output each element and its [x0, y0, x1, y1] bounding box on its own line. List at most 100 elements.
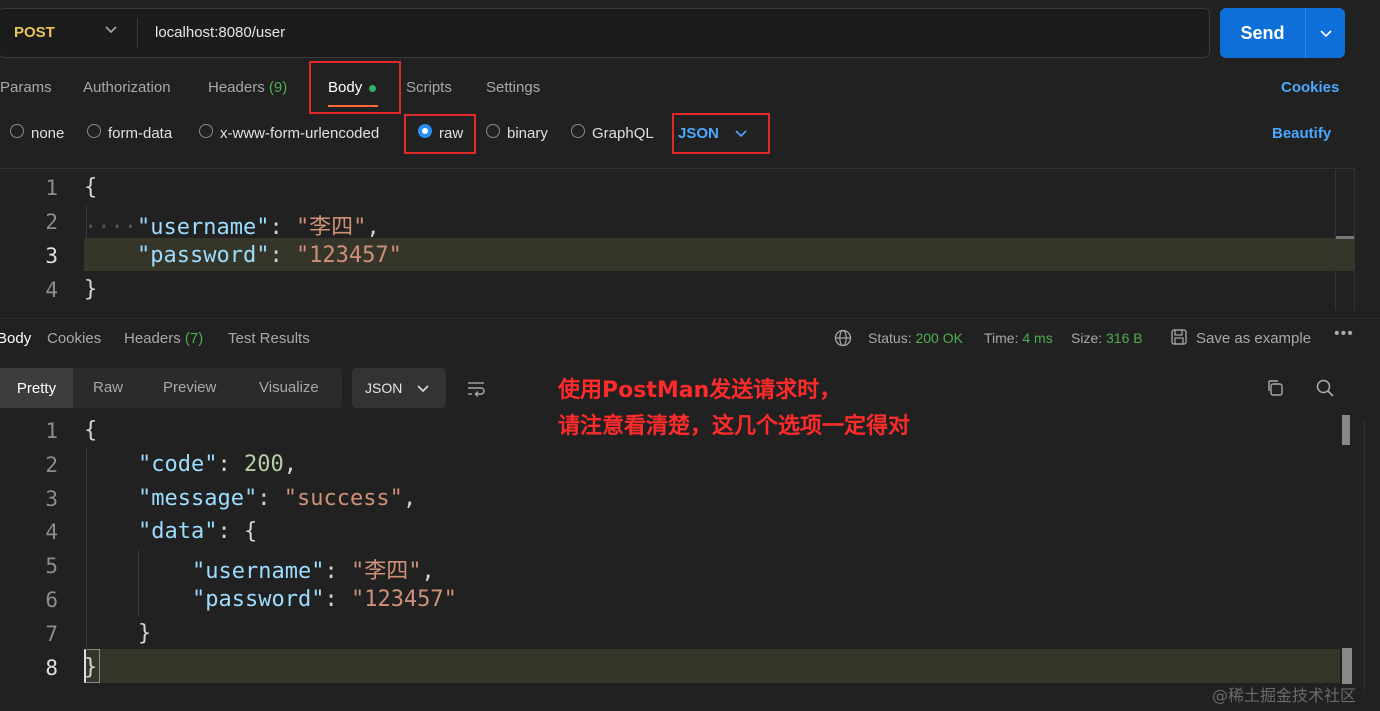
cookies-link[interactable]: Cookies — [1281, 79, 1339, 96]
pane-divider[interactable] — [0, 318, 1380, 319]
editor-scrollbar[interactable] — [1342, 415, 1350, 445]
beautify-button[interactable]: Beautify — [1272, 125, 1331, 142]
line-number: 1 — [45, 176, 58, 200]
code-line: "password": "123457" — [136, 243, 402, 268]
url-divider — [137, 18, 138, 48]
annotation-text: 请注意看清楚，这几个选项一定得对 — [558, 414, 911, 439]
code-line: } — [84, 655, 98, 680]
send-options-button[interactable] — [1305, 8, 1345, 58]
json-value: "123457" — [350, 587, 457, 612]
json-key: "message" — [138, 486, 258, 511]
response-tab-test-results[interactable]: Test Results — [228, 330, 310, 347]
json-key: "code" — [138, 452, 218, 477]
tab-headers[interactable]: Headers (9) — [208, 79, 287, 96]
time-label: Time: — [984, 330, 1019, 346]
code-line: "message": "success", — [138, 486, 417, 511]
status-readout: Status: 200 OK — [868, 330, 963, 346]
line-number: 5 — [45, 554, 58, 578]
send-button[interactable]: Send — [1220, 8, 1305, 58]
view-raw[interactable]: Raw — [93, 379, 123, 396]
code-line: } — [138, 621, 152, 646]
radio-urlencoded-label: x-www-form-urlencoded — [220, 125, 380, 142]
url-input[interactable]: localhost:8080/user — [155, 24, 285, 41]
size-label: Size: — [1071, 330, 1103, 346]
radio-binary[interactable] — [486, 124, 500, 138]
save-icon[interactable] — [1170, 328, 1188, 346]
tab-authorization[interactable]: Authorization — [83, 79, 171, 96]
radio-binary-label: binary — [507, 125, 548, 142]
radio-form-data[interactable] — [87, 124, 101, 138]
radio-form-data-label: form-data — [108, 125, 173, 142]
line-number: 2 — [45, 453, 58, 477]
editor-scrollbar[interactable] — [1336, 236, 1354, 239]
highlight-box-raw — [404, 114, 476, 154]
line-number: 1 — [45, 419, 58, 443]
chevron-down-icon — [1319, 30, 1332, 38]
radio-none-label: none — [31, 125, 65, 142]
code-line: "code": 200, — [138, 452, 297, 477]
radio-urlencoded[interactable] — [199, 124, 213, 138]
chevron-down-icon — [417, 385, 429, 393]
annotation-text: 使用PostMan发送请求时， — [558, 378, 842, 403]
more-options-button[interactable]: ••• — [1334, 325, 1354, 343]
code-line: { — [84, 418, 98, 443]
radio-graphql[interactable] — [571, 124, 585, 138]
view-visualize[interactable]: Visualize — [259, 379, 319, 396]
code-line: "password": "123457" — [192, 587, 457, 612]
json-value: 200 — [243, 452, 284, 477]
line-number: 4 — [45, 278, 58, 302]
editor-scroll-track — [1335, 170, 1336, 310]
indent-guide — [138, 550, 139, 616]
status-label: Status: — [868, 330, 912, 346]
code-line: "data": { — [138, 519, 258, 544]
indent-guide — [86, 447, 87, 651]
code-line: } — [84, 277, 98, 302]
time-readout: Time: 4 ms — [984, 330, 1053, 346]
line-number: 4 — [45, 520, 58, 544]
json-key: "password" — [136, 243, 270, 268]
watermark: @稀土掘金技术社区 — [1212, 686, 1357, 705]
radio-none[interactable] — [10, 124, 24, 138]
response-tab-cookies[interactable]: Cookies — [47, 330, 101, 347]
line-number: 3 — [45, 244, 58, 268]
editor-scroll-track — [1364, 420, 1365, 690]
wrap-lines-icon[interactable] — [466, 378, 486, 398]
json-key: "username" — [192, 559, 325, 584]
active-line-highlight — [84, 649, 1340, 683]
json-key: "data" — [138, 519, 218, 544]
code-line: "username": "李四", — [192, 559, 435, 584]
copy-icon[interactable] — [1265, 378, 1285, 398]
tab-scripts[interactable]: Scripts — [406, 79, 452, 96]
method-select[interactable]: POST — [14, 24, 55, 41]
time-value: 4 ms — [1022, 330, 1053, 346]
highlight-box-json — [672, 113, 770, 154]
globe-icon[interactable] — [834, 329, 852, 347]
response-tab-headers[interactable]: Headers (7) — [124, 330, 203, 347]
highlight-box-body — [309, 61, 401, 114]
headers-count-badge: (9) — [268, 79, 288, 96]
status-value: 200 OK — [915, 330, 963, 346]
search-icon[interactable] — [1315, 378, 1335, 398]
line-number: 3 — [45, 487, 58, 511]
tab-headers-label: Headers — [208, 79, 265, 96]
json-value: "success" — [283, 486, 403, 511]
editor-scrollbar[interactable] — [1342, 648, 1352, 684]
line-number: 6 — [45, 588, 58, 612]
size-value: 316 B — [1106, 330, 1143, 346]
tab-params[interactable]: Params — [0, 79, 52, 96]
line-number: 7 — [45, 622, 58, 646]
response-tab-headers-label: Headers — [124, 330, 181, 347]
save-as-example-button[interactable]: Save as example — [1196, 330, 1311, 347]
json-value: "李四" — [350, 559, 422, 584]
response-tab-body[interactable]: Body — [0, 330, 31, 347]
tab-settings[interactable]: Settings — [486, 79, 540, 96]
json-key: "username" — [136, 215, 270, 240]
chevron-down-icon[interactable] — [104, 22, 118, 36]
headers-count-badge: (7) — [184, 330, 204, 347]
json-value: "李四" — [295, 215, 367, 240]
view-pretty[interactable]: Pretty — [0, 368, 73, 408]
radio-graphql-label: GraphQL — [592, 125, 654, 142]
view-preview[interactable]: Preview — [163, 379, 216, 396]
size-readout: Size: 316 B — [1071, 330, 1143, 346]
line-number: 2 — [45, 210, 58, 234]
